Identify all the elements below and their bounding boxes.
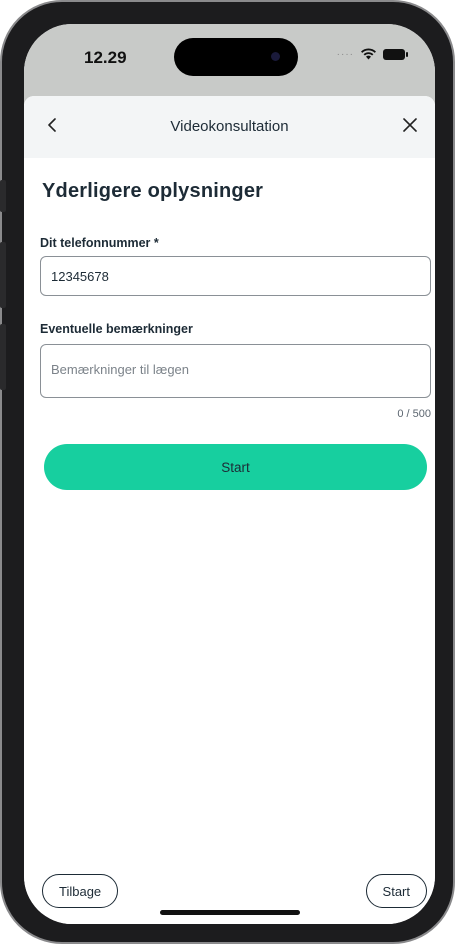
phone-frame: 12.29 ···· Videokonsultation Yderligere … <box>0 0 455 944</box>
phone-input[interactable] <box>40 256 431 296</box>
remarks-input[interactable] <box>40 344 431 398</box>
nav-bar: Videokonsultation <box>24 96 435 158</box>
dynamic-island <box>174 38 298 76</box>
wifi-icon <box>361 48 376 60</box>
signal-dots-icon: ···· <box>336 48 354 60</box>
volume-down-button <box>0 324 6 390</box>
footer-start-button[interactable]: Start <box>365 874 427 908</box>
close-icon[interactable] <box>399 114 421 136</box>
start-button[interactable]: Start <box>44 444 427 490</box>
remarks-label: Eventuelle bemærkninger <box>40 322 193 336</box>
battery-icon <box>383 48 408 60</box>
phone-screen: 12.29 ···· Videokonsultation Yderligere … <box>24 24 435 924</box>
modal-sheet: Videokonsultation Yderligere oplysninger… <box>24 96 435 924</box>
status-time: 12.29 <box>84 48 127 67</box>
page-title: Yderligere oplysninger <box>42 180 264 202</box>
phone-label: Dit telefonnummer * <box>40 236 159 250</box>
camera-icon <box>271 52 280 61</box>
status-icons: ···· <box>336 48 408 60</box>
character-counter: 0 / 500 <box>397 408 431 420</box>
home-indicator[interactable] <box>160 910 300 915</box>
back-button[interactable]: Tilbage <box>42 874 119 908</box>
mute-switch <box>0 180 6 212</box>
status-bar: 12.29 ···· <box>24 24 435 104</box>
nav-title: Videokonsultation <box>170 118 289 135</box>
volume-up-button <box>0 242 6 308</box>
